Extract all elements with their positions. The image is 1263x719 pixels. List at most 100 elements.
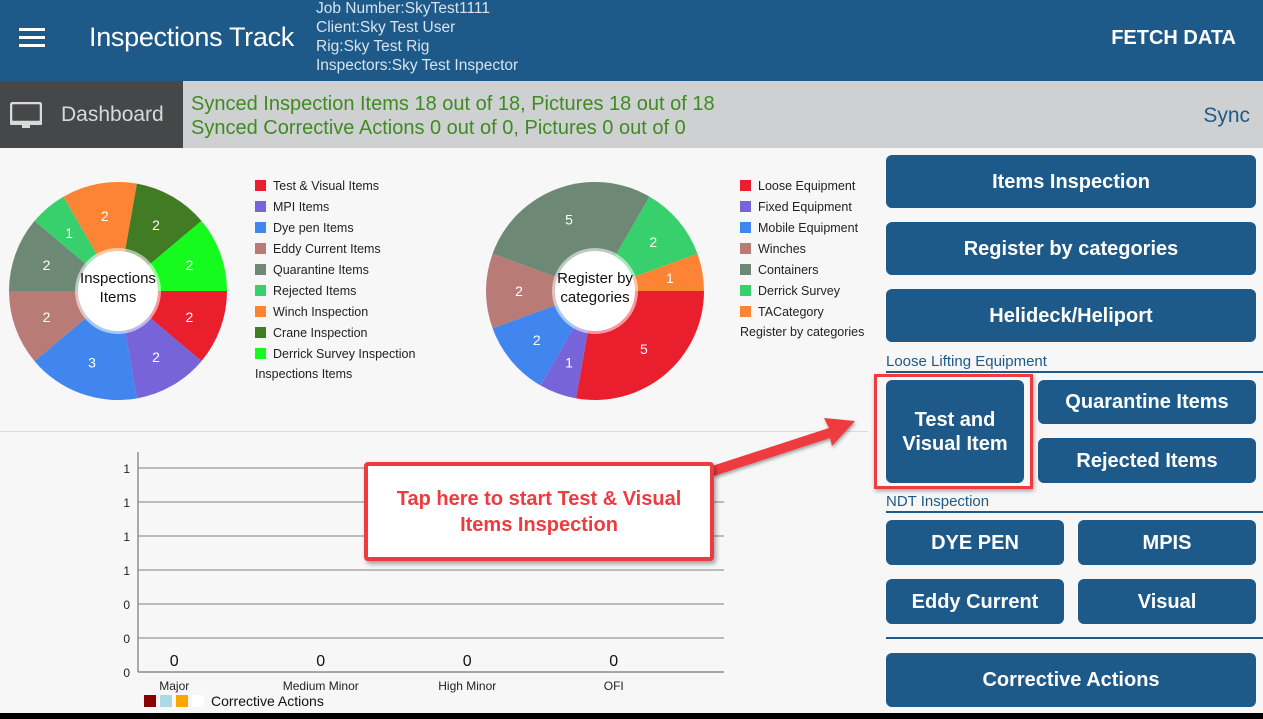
pie-slice-value-label: 5 — [565, 212, 573, 228]
x-tick-label: OFI — [604, 679, 624, 693]
pie-slice-value-label: 2 — [649, 234, 657, 250]
legend-item: Crane Inspection — [255, 322, 415, 343]
test-visual-item-button[interactable]: Test and Visual Item — [886, 380, 1024, 483]
legend-swatch — [255, 222, 266, 233]
hamburger-icon[interactable] — [19, 28, 45, 48]
dashboard-tab[interactable]: Dashboard — [0, 81, 183, 148]
rig-name: Rig:Sky Test Rig — [316, 38, 430, 55]
dye-pen-button[interactable]: DYE PEN — [886, 520, 1064, 565]
visual-button[interactable]: Visual — [1078, 579, 1256, 624]
legend-swatch — [740, 285, 751, 296]
inspectors-name: Inspectors:Sky Test Inspector — [316, 57, 519, 74]
legend-item: Rejected Items — [255, 280, 415, 301]
inspections-items-pie-chart: 223221222InspectionsItems — [9, 182, 227, 400]
register-categories-legend: Loose Equipment Fixed Equipment Mobile Equ… — [740, 175, 864, 343]
legend-swatch — [144, 695, 156, 707]
y-tick-label: 1 — [123, 462, 130, 476]
bar-data-label: 0 — [609, 653, 618, 670]
legend-label: Winches — [758, 241, 806, 256]
top-app-bar: Inspections Track Job Number:SkyTest1111… — [0, 0, 1263, 81]
job-info: Job Number:SkyTest1111 Client:Sky Test U… — [316, 0, 518, 75]
x-tick-label: High Minor — [438, 679, 496, 693]
legend-label: Dye pen Items — [273, 220, 354, 235]
ndt-section-line — [886, 511, 1263, 513]
pie-slice-value-label: 1 — [65, 225, 73, 241]
pie-slice-value-label: 5 — [640, 341, 648, 357]
legend-swatch — [255, 306, 266, 317]
helideck-heliport-button[interactable]: Helideck/Heliport — [886, 289, 1256, 342]
pie-slice-value-label: 2 — [515, 283, 523, 299]
legend-item: Winch Inspection — [255, 301, 415, 322]
legend-label: MPI Items — [273, 199, 330, 214]
legend-swatch — [176, 695, 188, 707]
y-tick-label: 0 — [123, 632, 130, 646]
legend-item: TACategory — [740, 301, 864, 322]
legend-swatch — [740, 222, 751, 233]
legend-item: Quarantine Items — [255, 259, 415, 280]
sync-button[interactable]: Sync — [1203, 104, 1250, 128]
quarantine-items-button[interactable]: Quarantine Items — [1038, 380, 1256, 424]
legend-item: Eddy Current Items — [255, 238, 415, 259]
mpis-button[interactable]: MPIS — [1078, 520, 1256, 565]
legend-swatch — [255, 327, 266, 338]
pie-center-label: Inspections — [80, 270, 156, 287]
job-number: Job Number:SkyTest1111 — [316, 0, 491, 17]
legend-title: Register by categories — [740, 325, 865, 339]
pie-slice-value-label: 2 — [186, 257, 194, 273]
bar-data-label: 0 — [463, 653, 472, 670]
legend-swatch — [255, 180, 266, 191]
loose-lifting-section-label: Loose Lifting Equipment — [886, 353, 1047, 370]
dashboard-tab-label: Dashboard — [61, 103, 164, 126]
legend-label: Rejected Items — [273, 283, 357, 298]
legend-label: Crane Inspection — [273, 325, 368, 340]
pie-center-label: categories — [560, 289, 629, 306]
client-name: Client:Sky Test User — [316, 19, 456, 36]
app-screen: Inspections Track Job Number:SkyTest1111… — [0, 0, 1263, 713]
x-tick-label: Major — [159, 679, 189, 693]
legend-swatch — [255, 285, 266, 296]
legend-swatch — [160, 695, 172, 707]
legend-label: TACategory — [758, 304, 824, 319]
y-tick-label: 0 — [123, 666, 130, 680]
pie-center-label: Items — [100, 289, 137, 306]
bar-data-label: 0 — [170, 653, 179, 670]
pie-slice-value-label: 2 — [152, 349, 160, 365]
corrective-actions-button[interactable]: Corrective Actions — [886, 653, 1256, 707]
legend-label: Winch Inspection — [273, 304, 369, 319]
legend-label: Eddy Current Items — [273, 241, 381, 256]
legend-label: Mobile Equipment — [758, 220, 859, 235]
legend-item: Dye pen Items — [255, 217, 415, 238]
eddy-current-button[interactable]: Eddy Current — [886, 579, 1064, 624]
pie-slice-value-label: 2 — [43, 309, 51, 325]
fetch-data-button[interactable]: FETCH DATA — [1111, 27, 1236, 50]
legend-swatch — [255, 348, 266, 359]
legend-item: Derrick Survey — [740, 280, 864, 301]
inspections-items-legend: Test & Visual Items MPI Items Dye pen Item… — [255, 175, 415, 385]
items-inspection-button[interactable]: Items Inspection — [886, 155, 1256, 208]
legend-label: Derrick Survey Inspection — [273, 346, 416, 361]
legend-swatch — [740, 306, 751, 317]
sync-status-bar: Synced Inspection Items 18 out of 18, Pi… — [183, 81, 1263, 148]
pie-slice-value-label: 2 — [43, 257, 51, 273]
legend-label: Containers — [758, 262, 819, 277]
y-tick-label: 1 — [123, 530, 130, 544]
legend-swatch — [255, 201, 266, 212]
register-by-categories-button[interactable]: Register by categories — [886, 222, 1256, 275]
pie-slice-value-label: 2 — [152, 217, 160, 233]
register-categories-pie-chart: 5 1 2 2 5 2 1 Register by categories — [486, 182, 704, 400]
legend-item: Winches — [740, 238, 864, 259]
pie-slice-value-label: 2 — [533, 332, 541, 348]
rejected-items-button[interactable]: Rejected Items — [1038, 438, 1256, 483]
legend-swatch — [192, 695, 204, 707]
legend-swatch — [740, 264, 751, 275]
pie-slice-value-label: 3 — [88, 354, 96, 370]
sync-status-corrective: Synced Corrective Actions 0 out of 0, Pi… — [191, 117, 686, 139]
legend-item: Fixed Equipment — [740, 196, 864, 217]
instruction-callout: Tap here to start Test & Visual Items In… — [364, 462, 714, 561]
pie-center-label: Register by — [557, 270, 633, 287]
sync-status-items: Synced Inspection Items 18 out of 18, Pi… — [191, 93, 715, 115]
pie-slice-value-label: 1 — [666, 270, 674, 286]
ndt-section-label: NDT Inspection — [886, 493, 990, 510]
legend-swatch — [255, 243, 266, 254]
legend-item: Derrick Survey Inspection — [255, 343, 415, 364]
